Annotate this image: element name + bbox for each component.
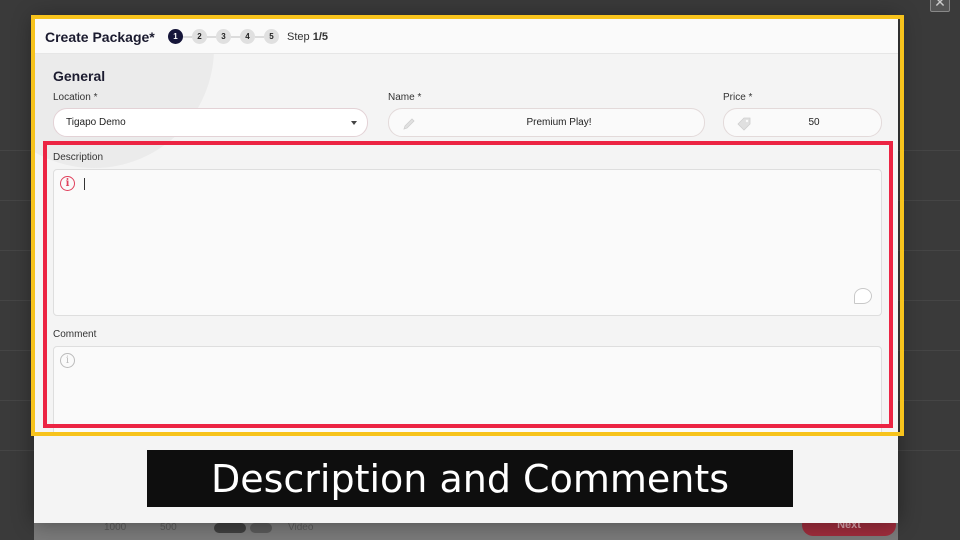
step-value: 1/5 — [312, 30, 328, 43]
step-connector — [207, 35, 216, 38]
bg-toggle — [214, 523, 246, 533]
chevron-down-icon — [351, 121, 357, 125]
step-2[interactable]: 2 — [192, 29, 207, 44]
description-label: Description — [53, 152, 104, 163]
caption-banner: Description and Comments — [147, 450, 793, 507]
step-3[interactable]: 3 — [216, 29, 231, 44]
price-value: 50 — [808, 117, 820, 128]
info-icon: i — [60, 176, 75, 191]
step-connector — [255, 35, 264, 38]
step-connector — [231, 35, 240, 38]
description-textarea[interactable]: i — [53, 169, 882, 316]
bg-cell: 1000 — [104, 522, 127, 533]
price-input[interactable]: 50 — [723, 108, 882, 137]
step-prefix: Step — [287, 30, 310, 43]
bg-cell: 500 — [160, 522, 177, 533]
name-input[interactable]: Premium Play! — [388, 108, 705, 137]
location-select[interactable]: Tigapo Demo — [53, 108, 368, 137]
name-value: Premium Play! — [526, 117, 592, 128]
step-4[interactable]: 4 — [240, 29, 255, 44]
close-icon[interactable]: ✕ — [930, 0, 950, 12]
info-icon: i — [60, 353, 75, 368]
step-5[interactable]: 5 — [264, 29, 279, 44]
pencil-icon — [403, 118, 415, 130]
step-indicator: Step 1/5 — [287, 31, 328, 43]
price-tag-icon — [737, 117, 751, 131]
bg-cell: Video — [288, 522, 314, 533]
section-title: General — [53, 68, 106, 84]
dialog-header: Create Package* 1 2 3 4 5 Step 1/5 — [34, 18, 898, 54]
bg-toggle — [250, 523, 272, 533]
name-label: Name * — [388, 92, 422, 103]
price-label: Price * — [723, 92, 753, 103]
dialog-title: Create Package* — [45, 29, 155, 45]
step-connector — [183, 35, 192, 38]
location-label: Location * — [53, 92, 98, 103]
location-value: Tigapo Demo — [66, 117, 126, 128]
stepper: 1 2 3 4 5 Step 1/5 — [168, 29, 328, 44]
comment-label: Comment — [53, 329, 97, 340]
text-cursor — [84, 178, 85, 190]
chat-bubble-icon[interactable] — [854, 288, 872, 304]
step-1[interactable]: 1 — [168, 29, 183, 44]
comment-textarea[interactable]: i — [53, 346, 882, 436]
create-package-dialog: Create Package* 1 2 3 4 5 Step 1/5 Gener… — [34, 18, 898, 523]
